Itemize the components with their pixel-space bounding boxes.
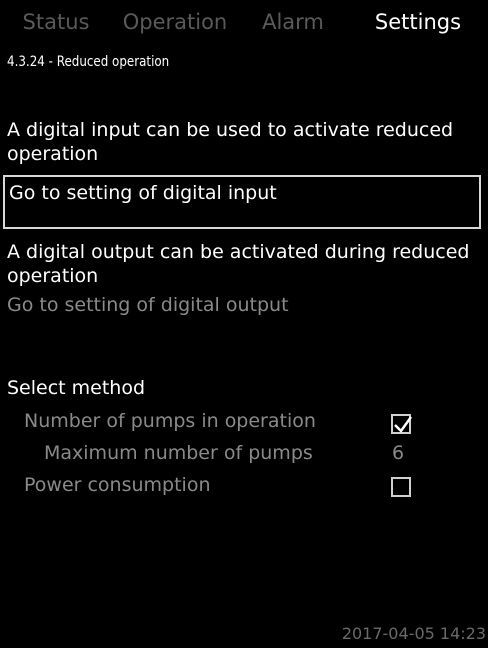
checkmark-icon	[394, 416, 413, 433]
tab-bar: Status Operation Alarm Settings	[0, 0, 488, 44]
tab-status[interactable]: Status	[0, 0, 112, 44]
breadcrumb: 4.3.24 - Reduced operation	[7, 54, 170, 70]
digital-output-description: A digital output can be activated during…	[7, 241, 470, 287]
pumps-in-operation-checkbox[interactable]	[391, 414, 413, 434]
power-consumption-checkbox[interactable]	[391, 477, 411, 497]
digital-output-setting-link[interactable]: Go to setting of digital output	[7, 294, 289, 316]
digital-input-link-label: Go to setting of digital input	[9, 182, 277, 204]
option-label-pumps-in-operation: Number of pumps in operation	[24, 410, 316, 432]
tab-settings[interactable]: Settings	[348, 0, 488, 44]
option-label-max-pumps: Maximum number of pumps	[44, 442, 313, 464]
datetime-display: 2017-04-05 14:23	[341, 624, 486, 643]
option-label-power-consumption: Power consumption	[24, 474, 211, 496]
select-method-heading: Select method	[7, 377, 146, 399]
digital-input-setting-link[interactable]: Go to setting of digital input	[3, 175, 481, 229]
digital-input-description: A digital input can be used to activate …	[7, 119, 454, 165]
max-pumps-value[interactable]: 6	[392, 442, 404, 464]
tab-alarm[interactable]: Alarm	[238, 0, 348, 44]
tab-operation[interactable]: Operation	[112, 0, 238, 44]
